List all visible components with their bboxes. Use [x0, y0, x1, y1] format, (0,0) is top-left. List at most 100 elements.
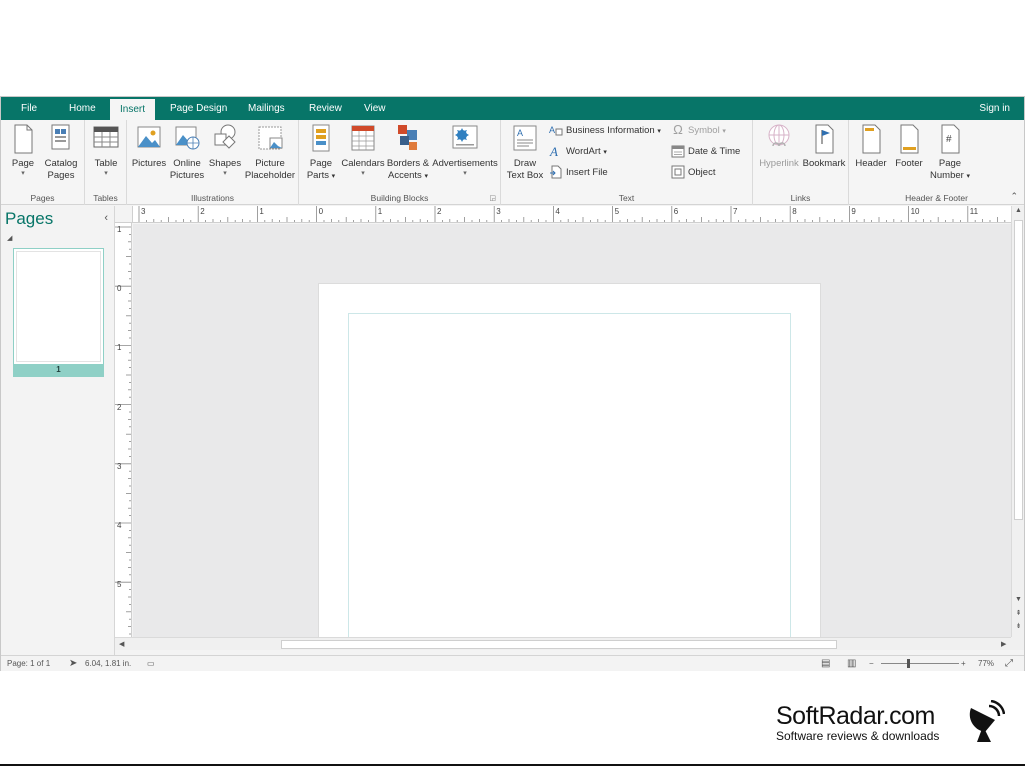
- scroll-up-icon[interactable]: ▲: [1013, 207, 1024, 214]
- online-pictures-label-2: Pictures: [169, 170, 205, 181]
- two-page-view-icon[interactable]: ▥: [847, 656, 856, 672]
- ruler-number: 1: [377, 207, 383, 216]
- horizontal-scroll-thumb[interactable]: [281, 640, 837, 649]
- object-size-icon: ▭: [147, 659, 155, 668]
- ribbon-tab-bar: File Home Insert Page Design Mailings Re…: [1, 97, 1024, 120]
- collapse-ribbon-icon[interactable]: ⌃: [1010, 191, 1018, 202]
- page-thumbnail-number: 1: [14, 364, 103, 376]
- vertical-scrollbar[interactable]: ▲ ▼ ⇞ ⇟: [1011, 206, 1024, 637]
- catalog-pages-button[interactable]: Catalog Pages: [41, 122, 81, 182]
- collapse-pane-icon[interactable]: ‹: [104, 212, 108, 224]
- page-parts-icon: [312, 124, 330, 152]
- tab-view[interactable]: View: [354, 97, 396, 120]
- ruler-number: 2: [437, 207, 442, 216]
- page-parts-label-1: Page: [309, 158, 333, 169]
- zoom-in-icon[interactable]: +: [961, 656, 966, 672]
- advertisement-icon: [452, 125, 478, 149]
- advertisements-button[interactable]: Advertisements ▾: [431, 122, 499, 178]
- horizontal-ruler[interactable]: 3 2 1 0 1 2 3 4 5 6 7 8 9 10 11: [133, 206, 1011, 223]
- next-page-icon[interactable]: ⇟: [1013, 622, 1024, 630]
- horizontal-scrollbar[interactable]: ◀ ▶: [115, 637, 1011, 650]
- chevron-down-icon: ▾: [104, 170, 108, 177]
- pictures-button[interactable]: Pictures: [131, 122, 167, 170]
- pictures-icon: [137, 126, 161, 148]
- chevron-down-icon: ▾: [722, 128, 726, 135]
- picture-placeholder-label-2: Placeholder: [244, 170, 296, 181]
- group-building-blocks-label: Building Blocks: [370, 193, 429, 203]
- expand-triangle-icon[interactable]: ◢: [7, 234, 12, 242]
- hyperlink-button[interactable]: Hyperlink: [757, 122, 801, 170]
- tab-page-design[interactable]: Page Design: [160, 97, 237, 120]
- vertical-ruler[interactable]: 1 0 1 2 3 4 5: [115, 223, 132, 637]
- single-page-view-icon[interactable]: ▤: [821, 656, 830, 672]
- group-pages: Page ▾ Catalog Pages Pages: [1, 120, 85, 205]
- zoom-slider-track[interactable]: [881, 663, 959, 664]
- zoom-level[interactable]: 77%: [978, 656, 994, 672]
- footer-button[interactable]: Footer: [891, 122, 927, 170]
- draw-text-box-button[interactable]: A Draw Text Box: [505, 122, 545, 182]
- tab-review[interactable]: Review: [299, 97, 352, 120]
- page-number-label-2: Number: [930, 170, 964, 181]
- wordart-button[interactable]: A WordArt ▾: [549, 143, 607, 161]
- document-canvas[interactable]: [133, 224, 1011, 637]
- scroll-left-icon[interactable]: ◀: [119, 638, 124, 651]
- calendar-icon: [351, 125, 375, 151]
- chevron-down-icon: ▾: [331, 173, 336, 180]
- page-thumbnail[interactable]: 1: [13, 248, 104, 377]
- tab-insert[interactable]: Insert: [110, 99, 156, 120]
- online-pictures-icon: [175, 126, 200, 150]
- margin-guide: [348, 313, 791, 637]
- zoom-slider-knob[interactable]: [907, 659, 910, 668]
- catalog-pages-label-1: Catalog: [44, 158, 78, 169]
- fit-page-icon[interactable]: ⤢: [1005, 656, 1013, 672]
- borders-accents-label-1: Borders &: [386, 158, 430, 169]
- header-button[interactable]: Header: [853, 122, 889, 170]
- page-parts-button[interactable]: Page Parts ▾: [303, 122, 339, 183]
- svg-text:A: A: [549, 125, 555, 135]
- ruler-number: 3: [117, 461, 122, 471]
- chevron-down-icon: ▾: [223, 170, 227, 177]
- ruler-number: 1: [117, 225, 122, 234]
- page-button[interactable]: Page ▾: [9, 122, 37, 178]
- dialog-launcher-icon[interactable]: ◲: [489, 194, 496, 202]
- table-button[interactable]: Table ▾: [91, 122, 121, 178]
- borders-accents-button[interactable]: Borders & Accents ▾: [385, 122, 431, 183]
- ruler-number: 11: [969, 207, 979, 216]
- bookmark-button[interactable]: Bookmark: [801, 122, 847, 170]
- vertical-scroll-thumb[interactable]: [1014, 220, 1023, 520]
- object-button[interactable]: Object: [671, 164, 715, 182]
- tab-mailings[interactable]: Mailings: [238, 97, 295, 120]
- tab-file[interactable]: File: [11, 97, 47, 120]
- tab-home[interactable]: Home: [59, 97, 106, 120]
- sign-in-link[interactable]: Sign in: [979, 97, 1010, 120]
- status-bar: Page: 1 of 1 ➤ 6.04, 1.81 in. ▭ ▤ ▥ − + …: [1, 655, 1024, 671]
- symbol-button[interactable]: Ω Symbol ▾: [671, 122, 726, 140]
- wordart-label: WordArt: [566, 146, 601, 157]
- ruler-number: 2: [117, 402, 122, 412]
- svg-text:#: #: [946, 134, 952, 145]
- picture-placeholder-button[interactable]: Picture Placeholder: [243, 122, 297, 182]
- borders-accents-label-2: Accents: [388, 170, 422, 181]
- publication-page[interactable]: [318, 283, 821, 637]
- publisher-window: File Home Insert Page Design Mailings Re…: [0, 96, 1025, 671]
- group-illustrations: Pictures Online Pictures Shapes ▾ Pictur…: [127, 120, 299, 205]
- business-information-icon: A: [549, 125, 563, 136]
- zoom-out-icon[interactable]: −: [869, 656, 874, 672]
- page-number-button[interactable]: # Page Number ▾: [929, 122, 971, 183]
- shapes-button[interactable]: Shapes ▾: [207, 122, 243, 178]
- ruler-number: 0: [318, 207, 324, 216]
- insert-file-button[interactable]: Insert File: [549, 164, 608, 182]
- hyperlink-icon: [768, 124, 790, 147]
- group-tables: Table ▾ Tables: [85, 120, 127, 205]
- calendars-button[interactable]: Calendars ▾: [341, 122, 385, 178]
- ruler-number: 5: [117, 580, 122, 590]
- scroll-right-icon[interactable]: ▶: [1001, 638, 1006, 651]
- group-text: A Draw Text Box A Business Information ▾ …: [501, 120, 753, 205]
- ruler-number: 3: [496, 207, 501, 216]
- business-information-button[interactable]: A Business Information ▾: [549, 122, 661, 140]
- online-pictures-button[interactable]: Online Pictures: [169, 122, 205, 182]
- previous-page-icon[interactable]: ⇞: [1013, 609, 1024, 617]
- page-count-status[interactable]: Page: 1 of 1: [7, 656, 50, 672]
- scroll-down-icon[interactable]: ▼: [1013, 596, 1024, 603]
- date-time-button[interactable]: Date & Time: [671, 143, 740, 161]
